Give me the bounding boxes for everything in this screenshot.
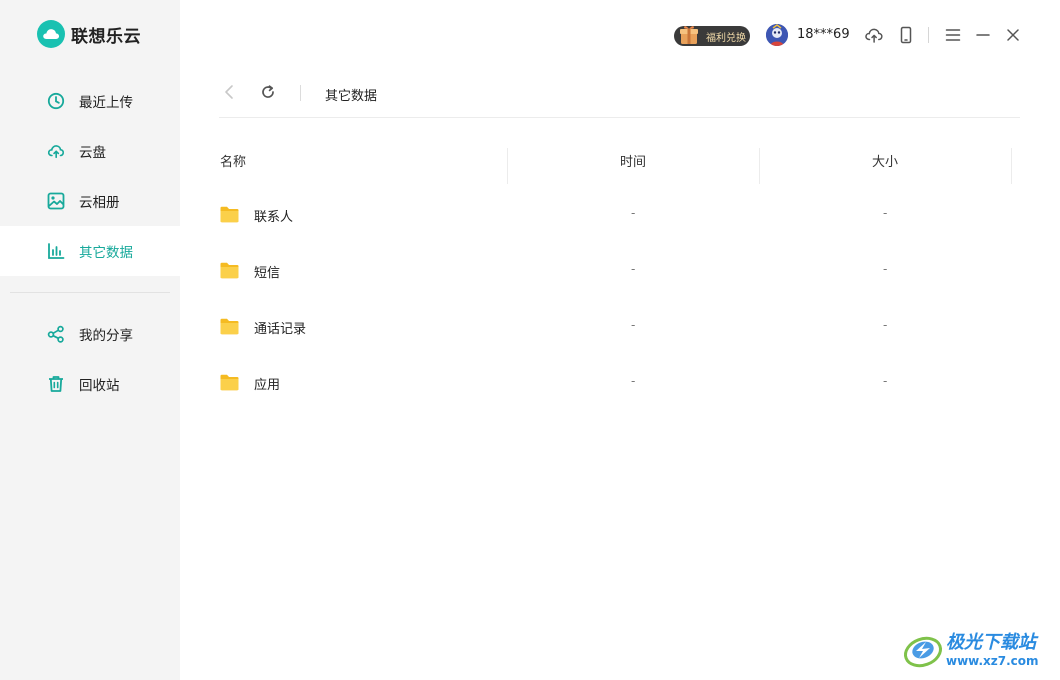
gift-box-icon [676,22,702,48]
file-time: - [631,374,636,388]
folder-icon [220,262,239,279]
sidebar-item-label: 回收站 [79,378,120,394]
file-size: - [883,374,888,388]
file-time: - [631,206,636,220]
refresh-icon [260,84,276,104]
watermark: 极光下载站 www.xz7.com [900,626,1052,674]
upload-cloud-icon[interactable] [864,25,884,45]
file-time: - [631,318,636,332]
sidebar-item-label: 云相册 [79,195,120,211]
app-name: 联想乐云 [71,26,141,47]
file-time: - [631,262,636,276]
sidebar-item-label: 云盘 [79,145,106,161]
column-header-name[interactable]: 名称 [220,151,246,170]
sidebar-item-my-shares[interactable]: 我的分享 [0,309,180,359]
sidebar-item-label: 最近上传 [79,95,133,111]
table-row[interactable]: 通话记录 - - [219,308,1020,348]
photo-icon [47,192,65,210]
toolbar-divider [300,85,301,101]
content-toolbar: 其它数据 [219,80,1020,118]
file-size: - [883,318,888,332]
sidebar-item-cloud-drive[interactable]: 云盘 [0,126,180,176]
sidebar-item-cloud-album[interactable]: 云相册 [0,176,180,226]
file-size: - [883,262,888,276]
sidebar-item-label: 其它数据 [79,245,133,261]
column-divider [507,148,508,184]
menu-icon[interactable] [943,25,963,45]
table-row[interactable]: 短信 - - [219,252,1020,292]
file-table: 名称 时间 大小 联系人 - - 短信 - - 通话记录 - - 应用 - - [219,145,1020,393]
sidebar-item-label: 我的分享 [79,328,133,344]
table-row[interactable]: 应用 - - [219,364,1020,404]
file-name: 通话记录 [254,322,307,337]
welfare-exchange-button[interactable]: 福利兑换 [674,26,750,46]
chevron-left-icon [223,84,235,104]
trash-icon [47,375,65,393]
table-row[interactable]: 联系人 - - [219,196,1020,236]
app-logo: 联想乐云 [37,19,141,49]
username[interactable]: 18***69 [797,27,850,42]
sidebar: 联想乐云 最近上传 云盘 云相册 其它数据 我的分享 回收站 [0,0,180,680]
table-header: 名称 时间 大小 [219,145,1020,184]
cloud-upload-icon [47,142,65,160]
minimize-icon[interactable] [973,25,993,45]
share-icon [47,325,65,343]
file-size: - [883,206,888,220]
file-name: 应用 [254,378,281,393]
back-button[interactable] [219,84,239,104]
badge-label: 福利兑换 [706,32,746,44]
sidebar-item-recent-uploads[interactable]: 最近上传 [0,76,180,126]
watermark-title: 极光下载站 [946,632,1036,653]
bar-chart-icon [47,242,65,260]
breadcrumb: 其它数据 [325,89,378,104]
watermark-url: www.xz7.com [946,654,1039,668]
avatar[interactable] [766,24,788,46]
column-divider [1011,148,1012,184]
top-bar: 福利兑换 18***69 [180,0,1060,70]
column-divider [759,148,760,184]
sidebar-divider [10,292,170,293]
file-name: 短信 [254,266,281,281]
folder-icon [220,318,239,335]
phone-icon[interactable] [896,25,916,45]
sidebar-item-other-data[interactable]: 其它数据 [0,226,180,276]
sidebar-nav: 最近上传 云盘 云相册 其它数据 我的分享 回收站 [0,76,180,409]
cloud-logo-icon [37,20,65,48]
column-header-time[interactable]: 时间 [620,151,646,170]
refresh-button[interactable] [258,84,278,104]
clock-icon [47,92,65,110]
sidebar-item-recycle-bin[interactable]: 回收站 [0,359,180,409]
file-name: 联系人 [254,210,294,225]
close-icon[interactable] [1003,25,1023,45]
watermark-logo-icon [902,630,944,674]
folder-icon [220,206,239,223]
column-header-size[interactable]: 大小 [872,151,898,170]
folder-icon [220,374,239,391]
topbar-divider [928,27,929,43]
